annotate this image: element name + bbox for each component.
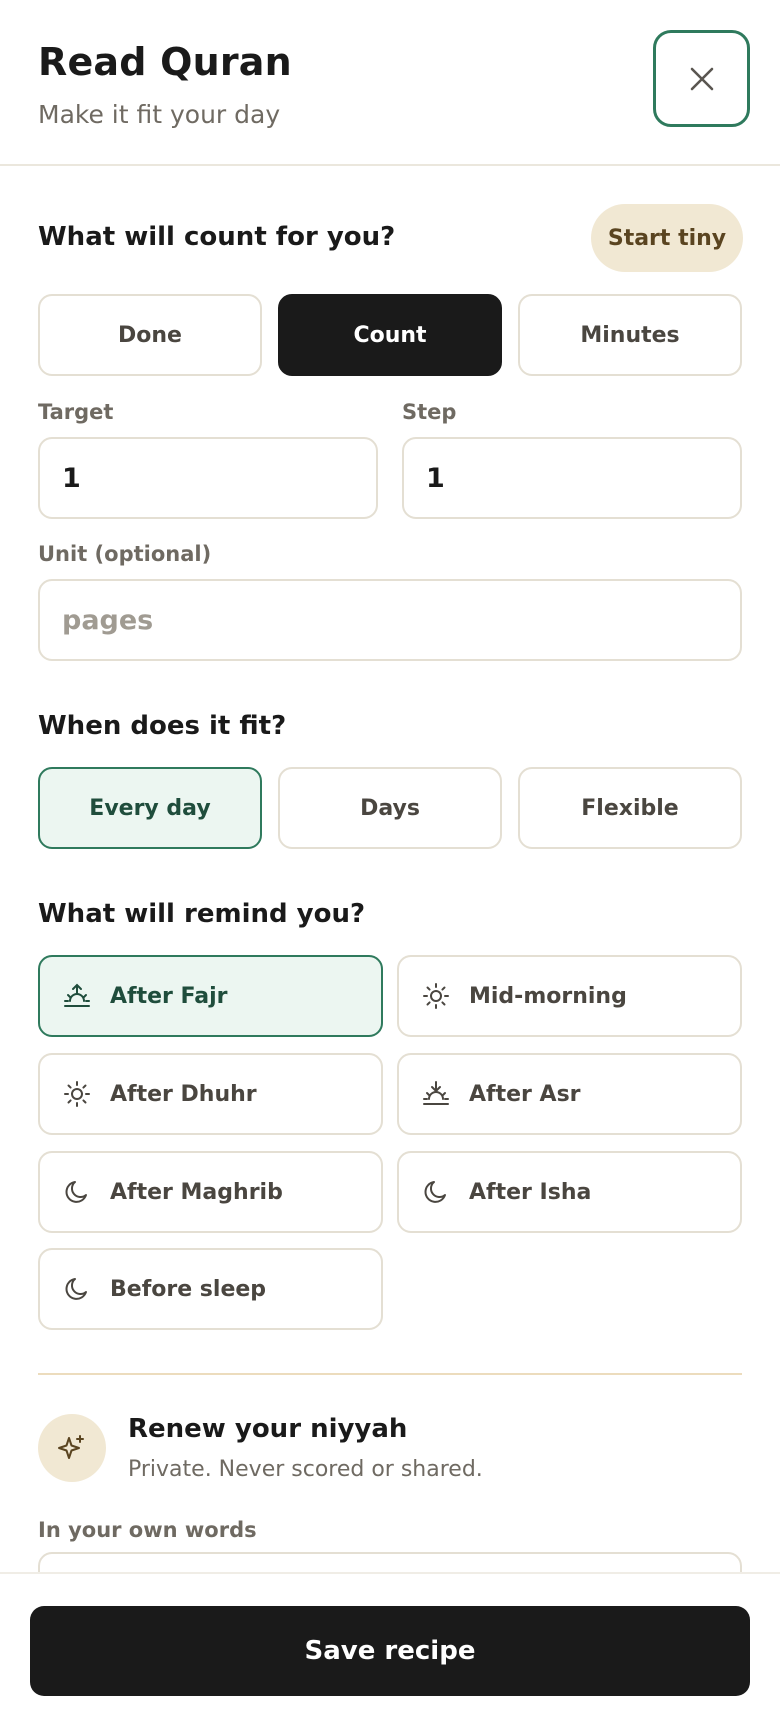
count-option-minutes[interactable]: Minutes — [518, 294, 742, 376]
moon-icon — [62, 1274, 92, 1304]
recipe-sheet: Read Quran Make it fit your day What wil… — [0, 0, 780, 1725]
sunrise-icon — [62, 981, 92, 1011]
start-tiny-button[interactable]: Start tiny — [591, 204, 743, 272]
schedule-option-days[interactable]: Days — [278, 767, 502, 849]
save-recipe-button[interactable]: Save recipe — [30, 1606, 750, 1696]
count-option-count[interactable]: Count — [278, 294, 502, 376]
own-words-label: In your own words — [38, 1518, 257, 1542]
reminder-after-isha[interactable]: After Isha — [397, 1151, 742, 1233]
count-section-title: What will count for you? — [38, 222, 396, 252]
reminder-before-sleep[interactable]: Before sleep — [38, 1248, 383, 1330]
sheet-header: Read Quran Make it fit your day — [0, 0, 780, 166]
reminder-after-asr[interactable]: After Asr — [397, 1053, 742, 1135]
sheet-subtitle: Make it fit your day — [38, 100, 281, 129]
schedule-option-every-day[interactable]: Every day — [38, 767, 262, 849]
remind-section-title: What will remind you? — [38, 899, 366, 929]
count-option-done[interactable]: Done — [38, 294, 262, 376]
sun-icon — [421, 981, 451, 1011]
sheet-content[interactable]: What will count for you? Start tiny Done… — [0, 168, 780, 1572]
reminder-label: After Asr — [469, 1081, 581, 1107]
sunset-icon — [421, 1079, 451, 1109]
reminder-label: After Isha — [469, 1179, 592, 1205]
close-icon — [690, 67, 713, 90]
target-input[interactable]: 1 — [38, 437, 378, 519]
section-divider — [38, 1373, 742, 1375]
reminder-label: After Maghrib — [110, 1179, 283, 1205]
reminder-after-fajr[interactable]: After Fajr — [38, 955, 383, 1037]
schedule-section-title: When does it fit? — [38, 711, 287, 741]
schedule-option-flexible[interactable]: Flexible — [518, 767, 742, 849]
close-button[interactable] — [653, 30, 750, 127]
reminder-after-maghrib[interactable]: After Maghrib — [38, 1151, 383, 1233]
niyyah-title: Renew your niyyah — [128, 1414, 408, 1444]
target-label: Target — [38, 400, 114, 424]
niyyah-subtitle: Private. Never scored or shared. — [128, 1457, 483, 1482]
step-label: Step — [402, 400, 457, 424]
sparkle-icon — [38, 1414, 106, 1482]
reminder-after-dhuhr[interactable]: After Dhuhr — [38, 1053, 383, 1135]
reminder-mid-morning[interactable]: Mid-morning — [397, 955, 742, 1037]
step-input[interactable]: 1 — [402, 437, 742, 519]
unit-label: Unit (optional) — [38, 542, 212, 566]
moon-icon — [62, 1177, 92, 1207]
reminder-label: Mid-morning — [469, 983, 627, 1009]
own-words-input[interactable] — [38, 1552, 742, 1572]
sheet-title: Read Quran — [38, 40, 292, 84]
reminder-label: After Fajr — [110, 983, 228, 1009]
sheet-footer: Save recipe — [0, 1572, 780, 1725]
sun-icon — [62, 1079, 92, 1109]
reminder-label: After Dhuhr — [110, 1081, 257, 1107]
unit-input[interactable]: pages — [38, 579, 742, 661]
moon-icon — [421, 1177, 451, 1207]
reminder-label: Before sleep — [110, 1276, 267, 1302]
